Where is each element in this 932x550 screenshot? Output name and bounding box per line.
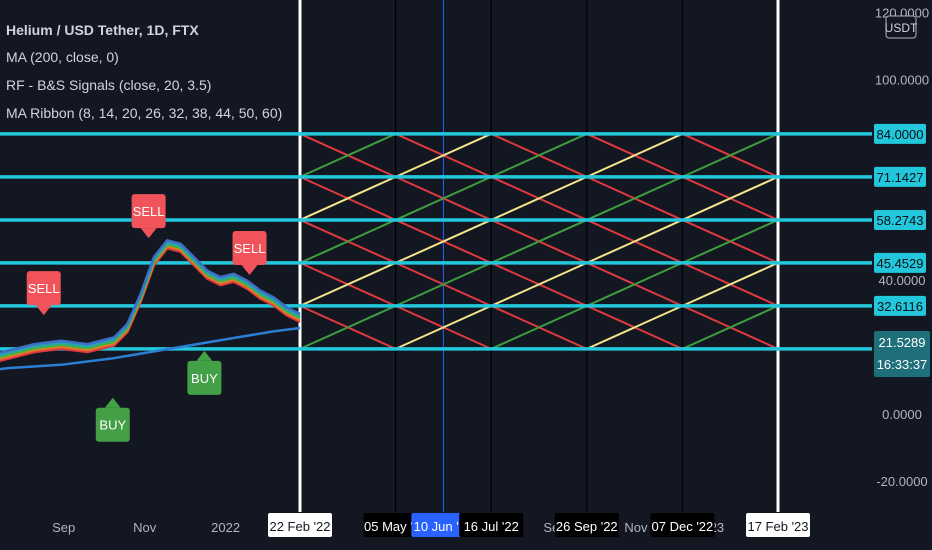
level-label: 45.4529: [877, 256, 924, 271]
time-axis-highlight-label: 07 Dec '22: [652, 519, 714, 534]
time-axis-highlight-label: 26 Sep '22: [556, 519, 618, 534]
time-axis-tick: Nov: [624, 520, 648, 535]
indicator-rf-signals[interactable]: RF - B&S Signals (close, 20, 3.5): [6, 77, 211, 93]
price-chart[interactable]: 84.000071.142758.274345.452932.611619.76…: [0, 0, 932, 550]
buy-signal-label: BUY: [99, 418, 126, 433]
level-label: 32.6116: [877, 299, 923, 314]
symbol-title[interactable]: Helium / USD Tether, 1D, FTX: [6, 22, 199, 38]
chart-container: 84.000071.142758.274345.452932.611619.76…: [0, 0, 932, 550]
price-axis-tick: 40.0000: [879, 273, 926, 288]
time-axis-highlight-label: 16 Jul '22: [464, 519, 519, 534]
sell-signal-label: SELL: [133, 204, 165, 219]
time-axis-tick: 2022: [211, 520, 240, 535]
price-axis-tick: -20.0000: [876, 474, 927, 489]
indicator-ma-ribbon[interactable]: MA Ribbon (8, 14, 20, 26, 32, 38, 44, 50…: [6, 105, 282, 121]
level-label: 71.1427: [877, 170, 924, 185]
currency-badge-label[interactable]: USDT: [885, 21, 918, 35]
price-axis-tick: 0.0000: [882, 407, 922, 422]
sell-signal-label: SELL: [234, 241, 266, 256]
time-axis-tick: Nov: [133, 520, 157, 535]
countdown-label: 16:33:37: [877, 357, 928, 372]
price-axis-tick: 100.0000: [875, 72, 929, 87]
level-label: 58.2743: [877, 213, 924, 228]
level-label: 84.0000: [877, 127, 924, 142]
current-price-label: 21.5289: [879, 335, 926, 350]
buy-signal-label: BUY: [191, 371, 218, 386]
indicator-ma-200[interactable]: MA (200, close, 0): [6, 49, 119, 65]
time-axis-highlight-label: 22 Feb '22: [269, 519, 330, 534]
sell-signal-label: SELL: [28, 281, 60, 296]
time-axis-tick: Sep: [52, 520, 75, 535]
time-axis-highlight-label: 17 Feb '23: [747, 519, 808, 534]
